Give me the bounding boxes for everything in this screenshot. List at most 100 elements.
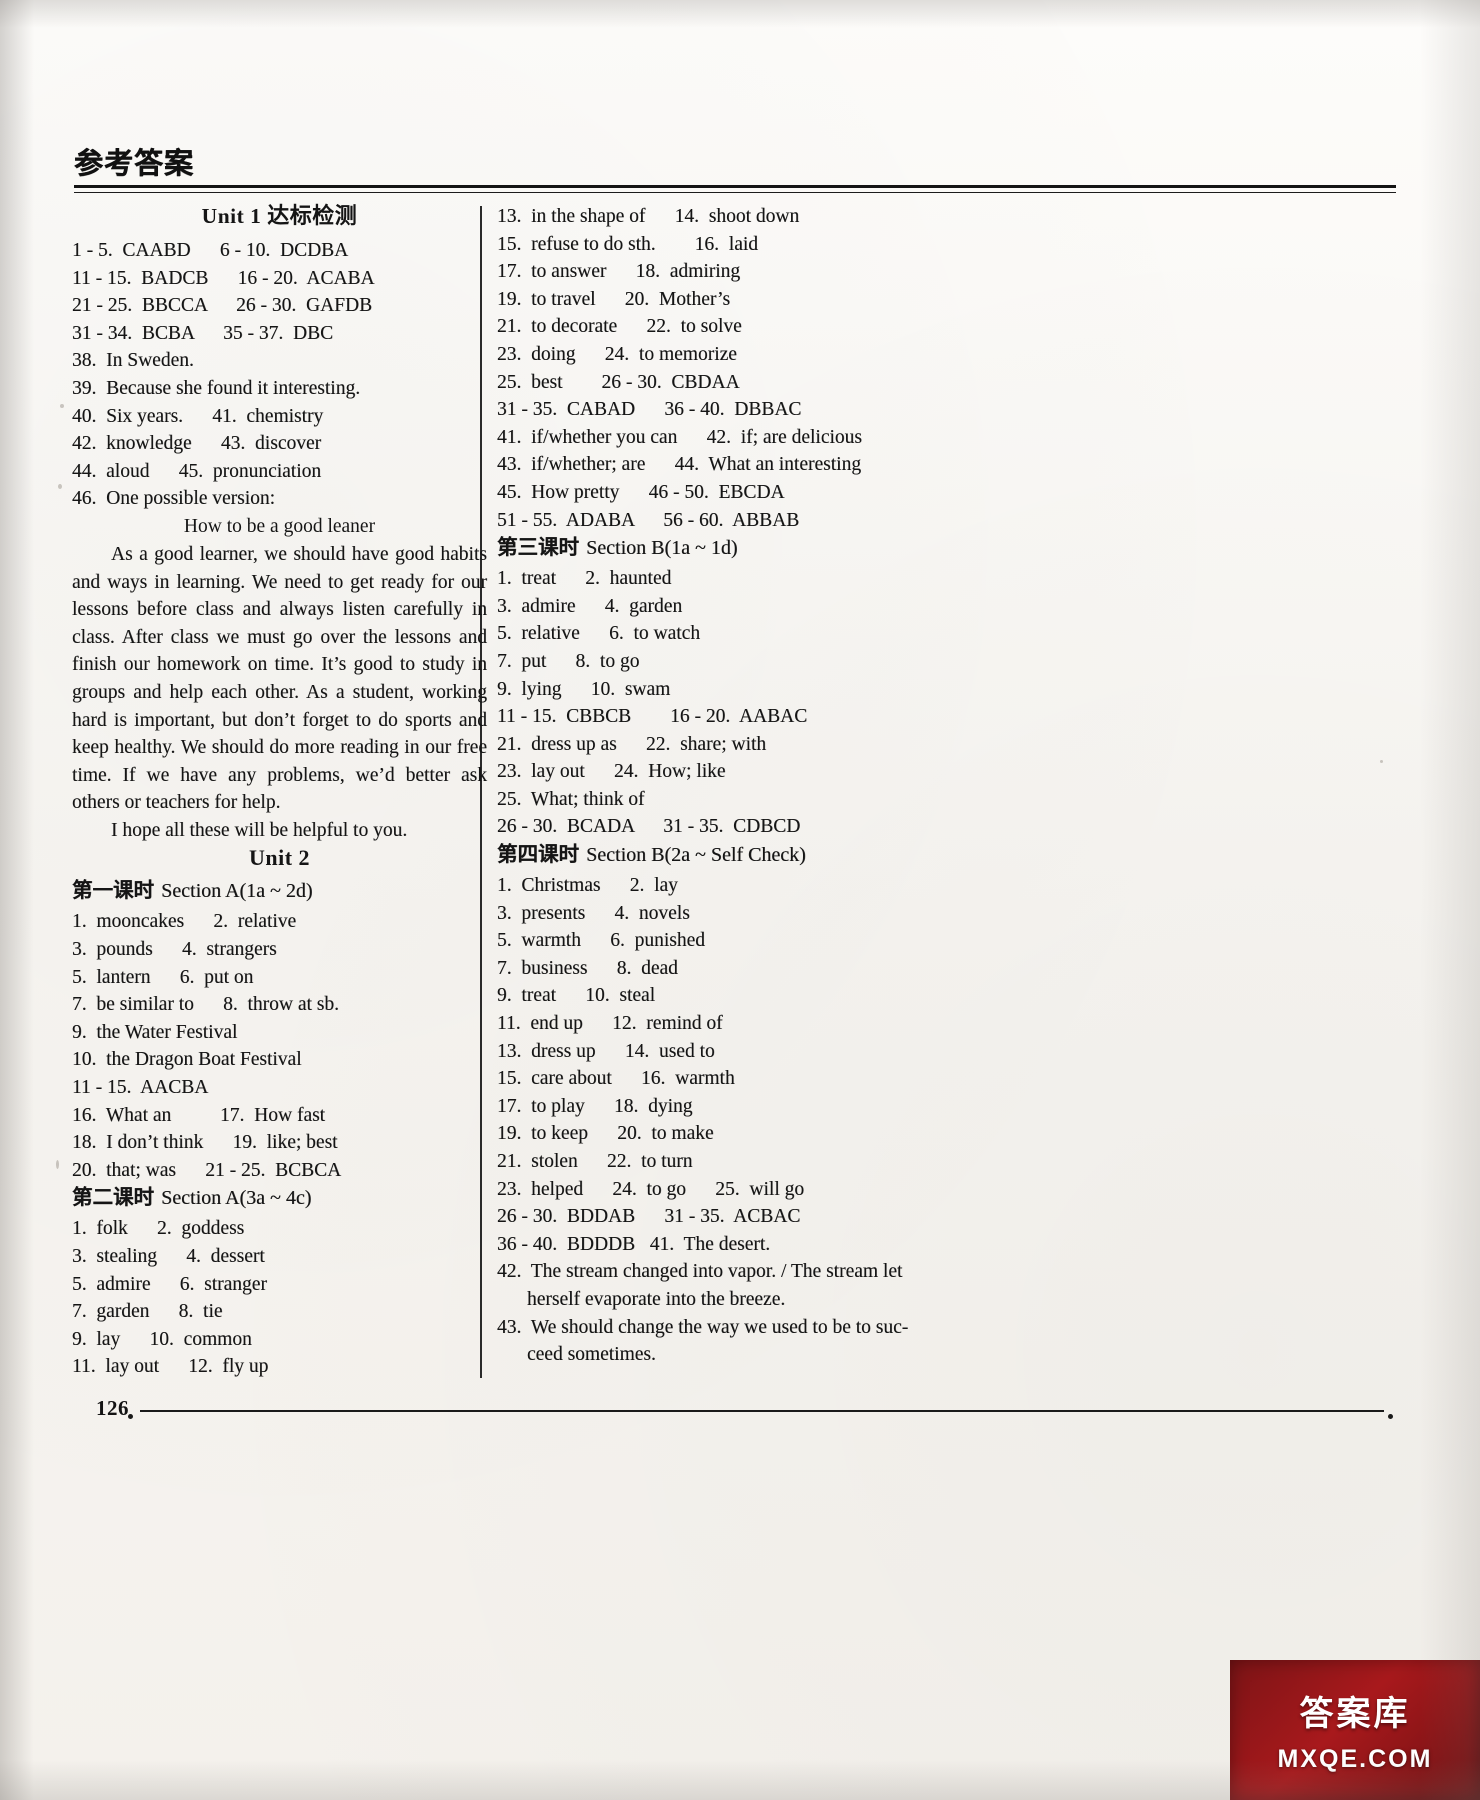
answer-line: 5. admire 6. stranger: [72, 1273, 267, 1295]
footer-divider: [140, 1410, 1384, 1412]
answer-line: 1 - 5. CAABD 6 - 10. DCDBA: [72, 240, 349, 261]
left-column: Unit 1 达标检测 1 - 5. CAABD 6 - 10. DCDBA 1…: [72, 203, 487, 1381]
answer-line: 15. refuse to do sth. 16. laid: [497, 233, 759, 255]
answer-line: 5. warmth 6. punished: [497, 930, 705, 952]
watermark-badge: 答案库 MXQE.COM: [1230, 1660, 1480, 1800]
answer-line: 13. dress up 14. used to: [497, 1040, 715, 1062]
unit1-label: Unit 1: [201, 204, 268, 228]
answer-key-page: 参考答案 Unit 1 达标检测 1 - 5. CAABD 6 - 10. DC…: [0, 0, 1480, 1800]
lesson4-cn-label: 第四课时: [497, 842, 587, 867]
answer-line: 43. We should change the way we used to …: [497, 1316, 909, 1338]
lesson1-heading: 第一课时 Section A(1a ~ 2d): [72, 877, 487, 908]
answer-line: 23. helped 24. to go 25. will go: [497, 1178, 805, 1200]
answer-line: 42. knowledge 43. discover: [72, 433, 322, 455]
answer-line: 43. if/whether; are 44. What an interest…: [497, 454, 862, 476]
answer-line: 38. In Sweden.: [72, 350, 194, 372]
answer-line: 7. garden 8. tie: [72, 1301, 223, 1323]
answer-line: 41. if/whether you can 42. if; are delic…: [497, 426, 862, 448]
essay-paragraph-1: As a good learner, we should have good h…: [72, 543, 487, 814]
answer-line: 51 - 55. ADABA 56 - 60. ABBAB: [497, 509, 800, 531]
answer-line: 21. stolen 22. to turn: [497, 1151, 693, 1172]
answer-line: 11 - 15. BADCB 16 - 20. ACABA: [72, 267, 375, 289]
answer-line: 19. to keep 20. to make: [497, 1123, 714, 1145]
answer-line: 3. stealing 4. dessert: [72, 1246, 265, 1267]
scan-speck: [56, 1160, 59, 1169]
answer-line: 31 - 34. BCBA 35 - 37. DBC: [72, 322, 334, 344]
watermark-seal-text: 答案库: [1299, 1694, 1411, 1734]
scan-speck: [58, 484, 62, 489]
answer-line: 25. What; think of: [497, 788, 645, 810]
lesson4-heading: 第四课时 Section B(2a ~ Self Check): [497, 841, 912, 872]
answer-line: 3. pounds 4. strangers: [72, 939, 277, 961]
answer-line: 13. in the shape of 14. shoot down: [497, 206, 800, 227]
answer-line: 17. to answer 18. admiring: [497, 261, 741, 283]
essay-paragraph-2: I hope all these will be helpful to you.: [111, 819, 408, 841]
answer-line: 26 - 30. BCADA 31 - 35. CDBCD: [497, 816, 801, 838]
answer-line: 1. folk 2. goddess: [72, 1218, 245, 1240]
answer-line: 5. lantern 6. put on: [72, 966, 254, 988]
essay-title: How to be a good leaner: [183, 515, 376, 537]
answer-line: 25. best 26 - 30. CBDAA: [497, 371, 740, 393]
folio-dot-right: [1388, 1414, 1393, 1419]
answer-line: 1. mooncakes 2. relative: [72, 911, 297, 933]
answer-line: 9. treat 10. steal: [497, 985, 656, 1007]
answer-line-cont: ceed sometimes.: [527, 1344, 656, 1366]
answer-line: 9. the Water Festival: [72, 1021, 238, 1043]
page-title: 参考答案: [74, 146, 195, 180]
answer-line: 45. How pretty 46 - 50. EBCDA: [497, 481, 785, 503]
unit1-heading: Unit 1 达标检测: [72, 203, 487, 237]
answer-line: 15. care about 16. warmth: [497, 1068, 735, 1090]
answer-line: 26 - 30. BDDAB 31 - 35. ACBAC: [497, 1206, 801, 1228]
lesson1-cn-label: 第一课时: [72, 878, 162, 903]
lesson3-en-label: Section B(1a ~ 1d): [586, 537, 738, 560]
answer-line: 5. relative 6. to watch: [497, 623, 701, 645]
answer-line: 21 - 25. BBCCA 26 - 30. GAFDB: [72, 295, 373, 317]
answer-line: 23. lay out 24. How; like: [497, 761, 726, 783]
lesson3-heading: 第三课时 Section B(1a ~ 1d): [497, 534, 912, 565]
answer-line: 10. the Dragon Boat Festival: [72, 1049, 302, 1071]
scan-speck: [1380, 760, 1383, 763]
answer-line: 36 - 40. BDDDB 41. The desert.: [497, 1233, 771, 1255]
answer-line: 31 - 35. CABAD 36 - 40. DBBAC: [497, 399, 802, 421]
unit2-heading: Unit 2: [72, 844, 487, 877]
answer-line: 7. business 8. dead: [497, 957, 678, 979]
answer-line: 7. be similar to 8. throw at sb.: [72, 994, 340, 1016]
right-column: 13. in the shape of 14. shoot down 15. r…: [497, 203, 912, 1369]
answer-line: 19. to travel 20. Mother’s: [497, 288, 731, 310]
answer-line: 3. presents 4. novels: [497, 902, 690, 924]
answer-line: 16. What an 17. How fast: [72, 1104, 326, 1126]
scan-speck: [60, 404, 64, 408]
lesson4-en-label: Section B(2a ~ Self Check): [586, 844, 806, 867]
answer-line: 21. to decorate 22. to solve: [497, 316, 742, 338]
answer-line: 11 - 15. AACBA: [72, 1077, 209, 1099]
answer-line: 9. lay 10. common: [72, 1328, 252, 1350]
answer-line: 39. Because she found it interesting.: [72, 377, 361, 399]
answer-line: 23. doing 24. to memorize: [497, 343, 737, 365]
lesson2-heading: 第二课时 Section A(3a ~ 4c): [72, 1184, 487, 1215]
answer-line: 46. One possible version:: [72, 488, 276, 510]
answer-line: 11. lay out 12. fly up: [72, 1356, 269, 1378]
lesson3-cn-label: 第三课时: [497, 535, 587, 560]
lesson2-en-label: Section A(3a ~ 4c): [161, 1187, 312, 1210]
header-divider: [74, 185, 1396, 193]
answer-line: 11. end up 12. remind of: [497, 1013, 723, 1035]
answer-line: 44. aloud 45. pronunciation: [72, 460, 322, 482]
answer-line: 7. put 8. to go: [497, 650, 640, 672]
answer-line: 1. treat 2. haunted: [497, 568, 672, 590]
answer-line: 11 - 15. CBBCB 16 - 20. AABAC: [497, 706, 808, 728]
answer-line: 17. to play 18. dying: [497, 1095, 693, 1117]
watermark-site-text: MXQE.COM: [1277, 1745, 1433, 1773]
answer-line: 21. dress up as 22. share; with: [497, 733, 767, 755]
answer-line: 9. lying 10. swam: [497, 678, 671, 700]
lesson2-cn-label: 第二课时: [72, 1185, 162, 1210]
answer-line: 40. Six years. 41. chemistry: [72, 405, 324, 427]
unit2-label: Unit 2: [248, 845, 311, 871]
unit1-cn-label: 达标检测: [267, 204, 358, 229]
page-number: 126: [96, 1396, 129, 1420]
lesson1-en-label: Section A(1a ~ 2d): [161, 880, 313, 903]
answer-line: 3. admire 4. garden: [497, 595, 683, 617]
answer-line: 20. that; was 21 - 25. BCBCA: [72, 1159, 342, 1181]
answer-line: 42. The stream changed into vapor. / The…: [497, 1261, 903, 1283]
essay-body: As a good learner, we should have good h…: [72, 541, 487, 845]
answer-line: 18. I don’t think 19. like; best: [72, 1132, 338, 1154]
